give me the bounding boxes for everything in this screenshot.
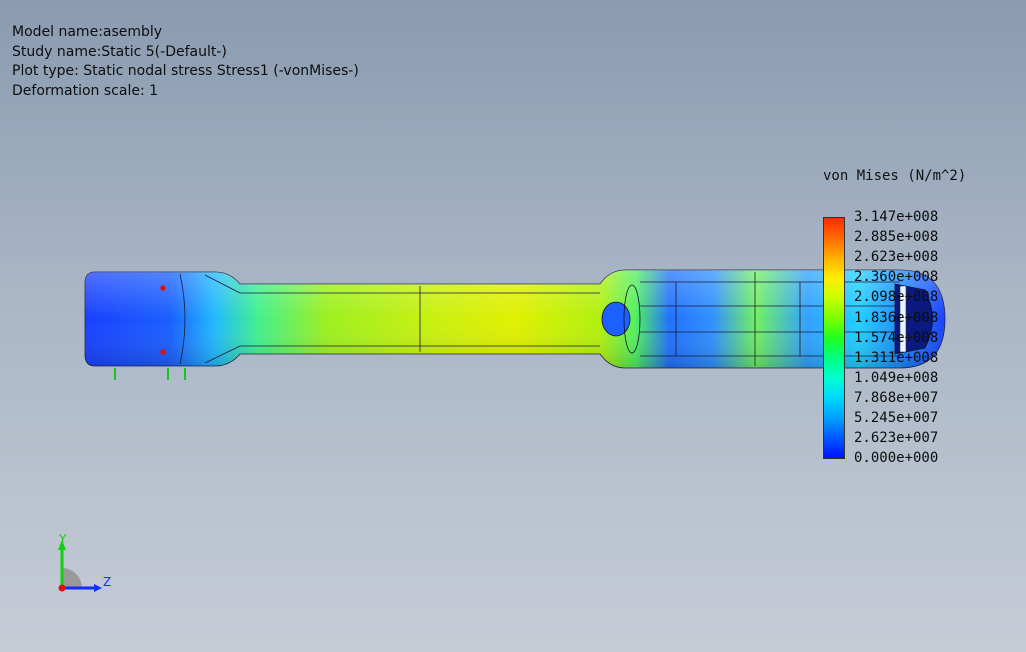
part-model[interactable] bbox=[0, 0, 1026, 652]
fixture-marker bbox=[160, 349, 166, 355]
legend-tick-label: 1.574e+008 bbox=[854, 329, 939, 346]
axis-z-label: Z bbox=[103, 575, 112, 589]
legend-tick-label: 1.836e+008 bbox=[854, 309, 939, 326]
legend-tick-label: 1.049e+008 bbox=[854, 369, 939, 386]
graphics-viewport[interactable]: Model name:asembly Study name:Static 5(-… bbox=[0, 0, 1026, 652]
legend-tick-label: 2.098e+008 bbox=[854, 289, 939, 306]
axis-y-label: Y bbox=[59, 532, 67, 546]
legend-tick-label: 0.000e+000 bbox=[854, 450, 939, 467]
legend-tick-label: 1.311e+008 bbox=[854, 349, 939, 366]
legend-tick-label: 2.623e+008 bbox=[854, 249, 939, 266]
legend-tick-label: 2.623e+007 bbox=[854, 430, 939, 447]
fixture-marker bbox=[160, 285, 166, 291]
fixture-arrows bbox=[114, 368, 186, 380]
legend-tick-label: 5.245e+007 bbox=[854, 410, 939, 426]
pin-hole bbox=[601, 301, 631, 337]
legend-title: von Mises (N/m^2) bbox=[823, 168, 967, 184]
color-bar bbox=[823, 217, 845, 459]
legend-tick-label: 2.885e+008 bbox=[854, 229, 939, 246]
legend-tick-label: 3.147e+008 bbox=[854, 209, 939, 225]
legend-tick-label: 7.868e+007 bbox=[854, 389, 939, 406]
legend-tick-label: 2.360e+008 bbox=[854, 269, 939, 286]
